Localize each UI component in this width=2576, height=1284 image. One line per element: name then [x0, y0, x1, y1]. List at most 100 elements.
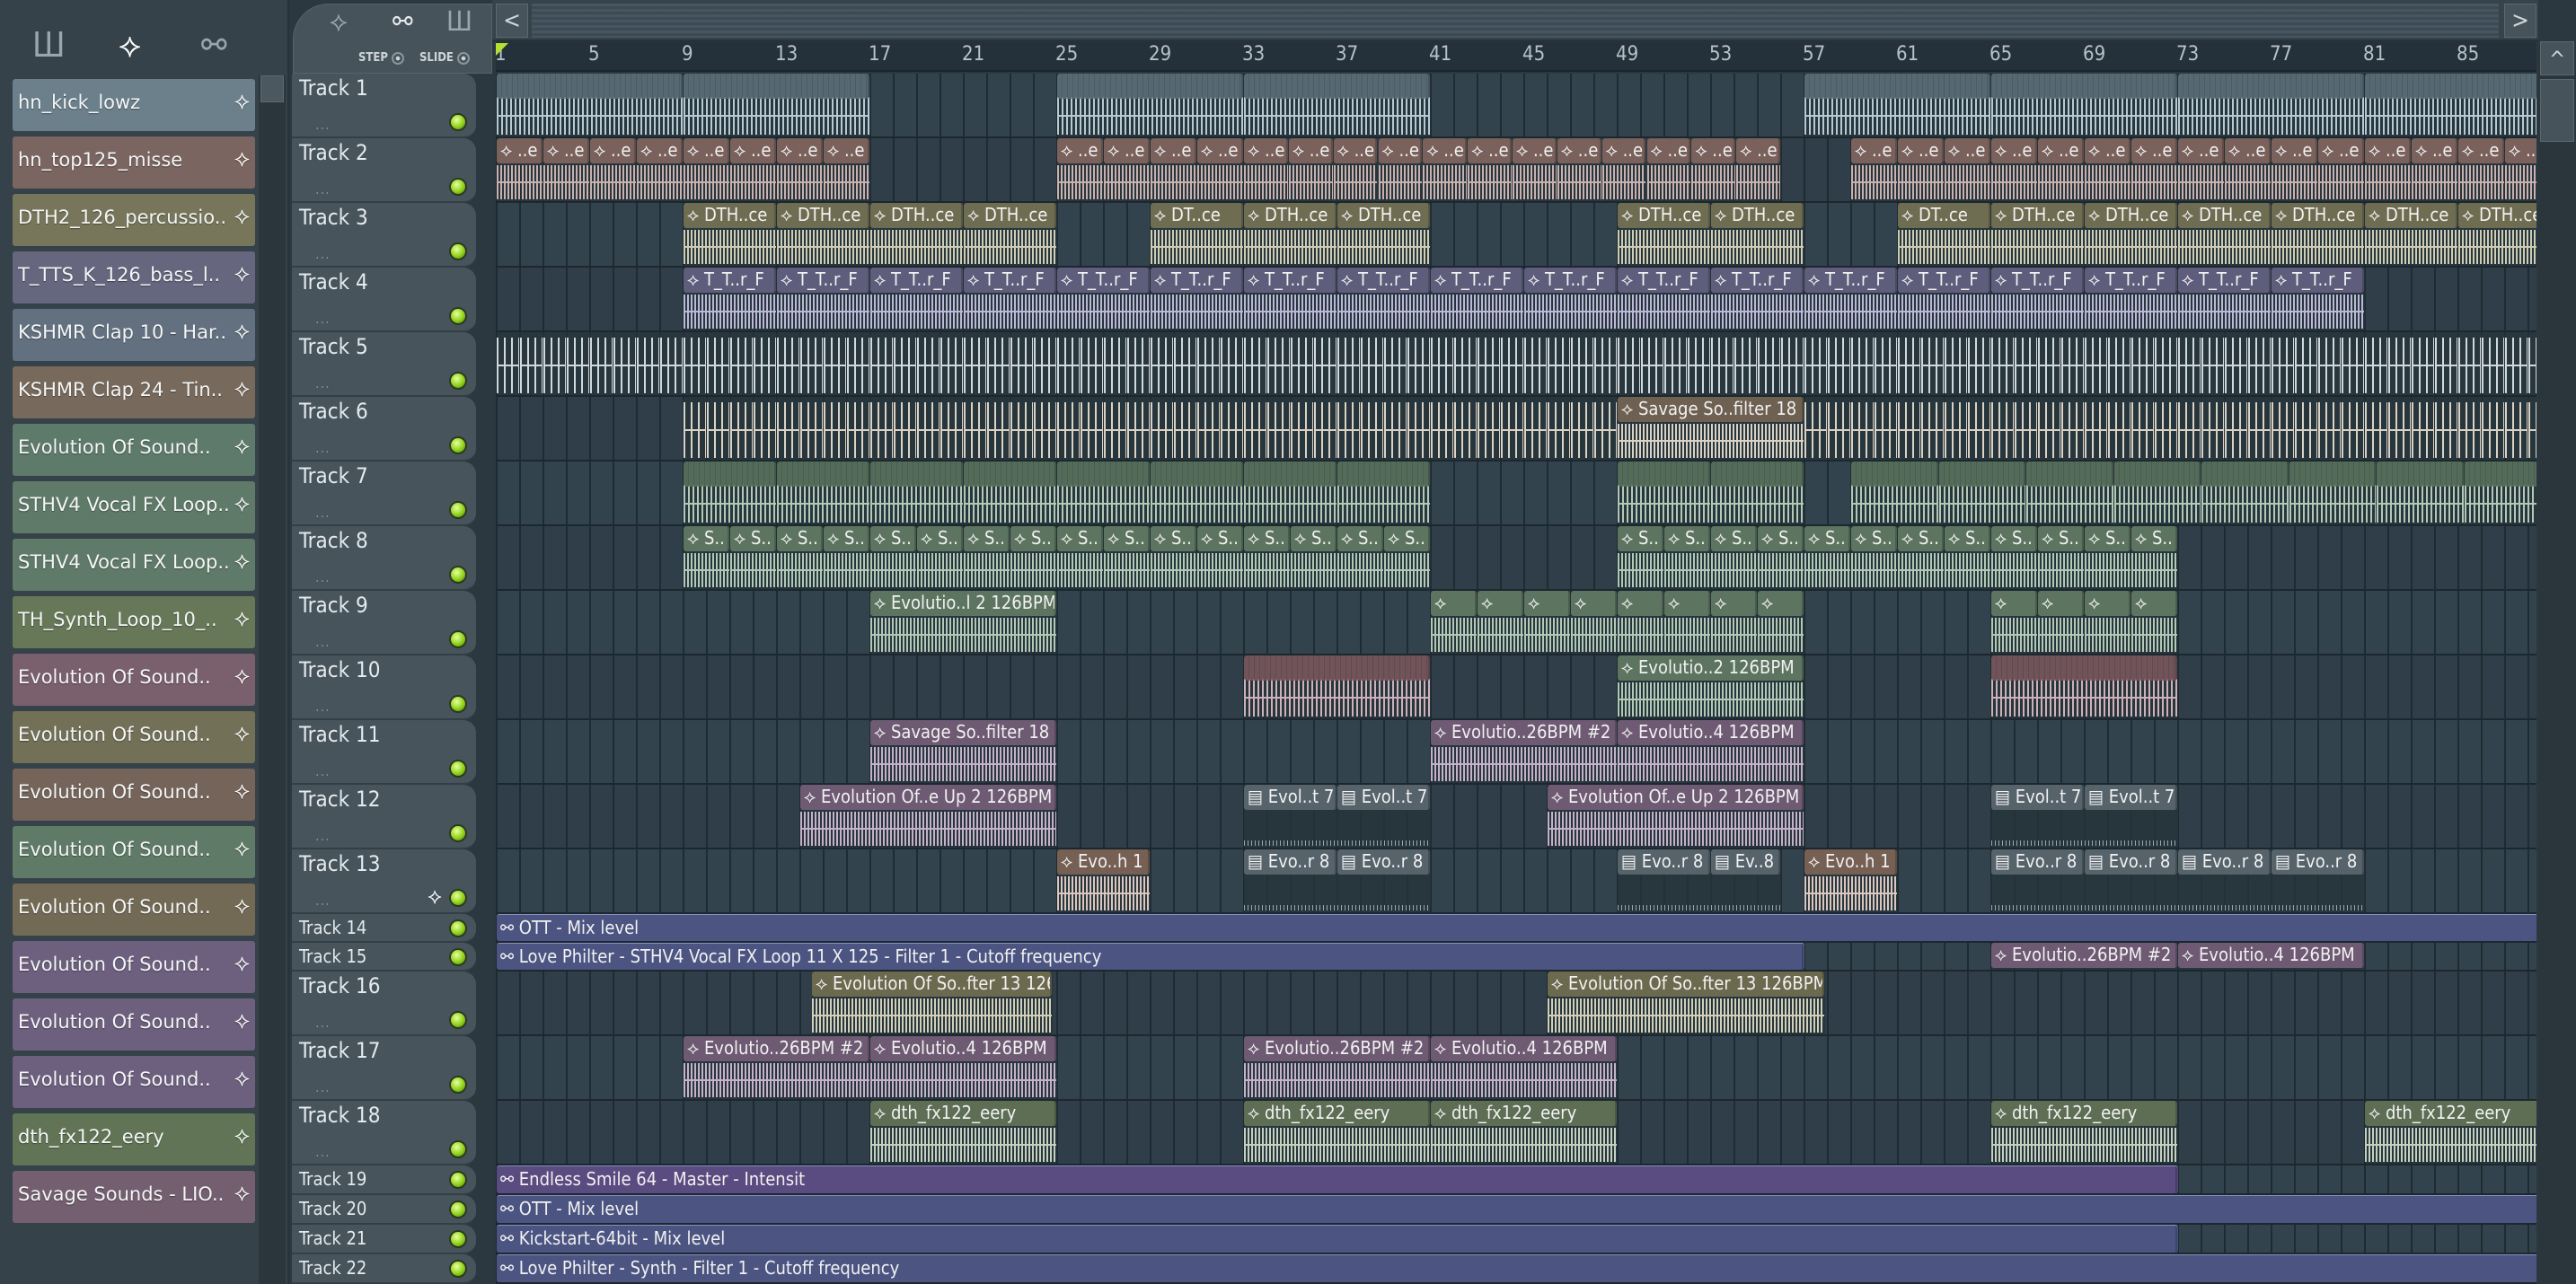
track-mute-led[interactable] — [449, 630, 467, 648]
audio-clip[interactable]: ⟡ DTH..ce — [2178, 203, 2272, 266]
audio-clip[interactable] — [1081, 332, 1104, 395]
audio-clip[interactable] — [2318, 332, 2342, 395]
audio-clip[interactable] — [2482, 332, 2505, 395]
audio-clip[interactable]: ⟡ S.. — [1945, 526, 1991, 589]
audio-clip[interactable]: ⟡ T_T..r_F — [2272, 268, 2365, 330]
audio-clip[interactable] — [2318, 397, 2342, 460]
audio-clip[interactable] — [1711, 462, 1804, 524]
audio-clip[interactable] — [1174, 397, 1197, 460]
audio-clip[interactable] — [2015, 397, 2038, 460]
audio-clip[interactable]: ⟡ — [1664, 591, 1711, 654]
audio-clip[interactable] — [1010, 332, 1034, 395]
track-header[interactable]: Track 21 — [292, 1225, 476, 1254]
audio-clip[interactable]: ⟡ — [1478, 591, 1524, 654]
audio-clip[interactable] — [1524, 332, 1548, 395]
audio-clip[interactable] — [2505, 332, 2528, 395]
audio-clip[interactable]: ⟡ S.. — [1851, 526, 1898, 589]
audio-clip[interactable] — [754, 332, 777, 395]
track-options-icon[interactable]: ... — [315, 439, 331, 456]
audio-clip[interactable] — [2272, 332, 2295, 395]
audio-clip[interactable]: ⟡ Evolutio..2 126BPM — [1618, 655, 1804, 718]
track-lane[interactable]: ⟡ Evolutio..l 2 126BPM ⟡ ⟡ ⟡ ⟡ ⟡ ⟡ ⟡ ⟡ ⟡ … — [496, 591, 2536, 655]
audio-clip[interactable] — [637, 332, 660, 395]
audio-clip[interactable] — [1524, 397, 1548, 460]
audio-clip[interactable]: ⟡ DTH..ce — [2085, 203, 2178, 266]
track-header[interactable]: Track 1... — [292, 74, 476, 138]
browser-item[interactable]: KSHMR Clap 24 - Tin.. ⟡ — [13, 366, 255, 418]
track-options-icon[interactable]: ... — [315, 116, 331, 133]
track-mute-led[interactable] — [449, 178, 467, 196]
track-lane[interactable] — [496, 462, 2536, 526]
audio-clip[interactable] — [1267, 332, 1291, 395]
audio-clip[interactable] — [1991, 397, 2015, 460]
track-options-icon[interactable]: ... — [315, 180, 331, 198]
track-mute-led[interactable] — [449, 1076, 467, 1094]
audio-clip[interactable] — [2289, 462, 2377, 524]
track-lane[interactable]: ⚯ OTT - Mix level — [496, 914, 2536, 943]
track-lane[interactable]: ⟡ Evolution Of..e Up 2 126BPM ▤ Evol..t 7… — [496, 785, 2536, 849]
browser-item[interactable]: hn_top125_misse ⟡ — [13, 136, 255, 189]
track-header[interactable]: Track 4... — [292, 268, 476, 332]
browser-item[interactable]: Evolution Of Sound.. ⟡ — [13, 654, 255, 706]
audio-clip[interactable] — [1571, 332, 1594, 395]
audio-clip[interactable]: ⟡ ..e — [1378, 138, 1424, 201]
pattern-clip[interactable]: ▤ Evol..t 7 — [1244, 785, 1337, 848]
audio-clip[interactable]: ⟡ T_T..r_F — [964, 268, 1057, 330]
audio-clip[interactable] — [1875, 397, 1898, 460]
audio-clip[interactable] — [2272, 397, 2295, 460]
audio-clip[interactable] — [1711, 332, 1734, 395]
audio-clip[interactable]: ⟡ DT..ce — [1898, 203, 1991, 266]
audio-clip[interactable]: ⟡ S.. — [917, 526, 964, 589]
audio-clip[interactable]: ⟡ ..e — [2412, 138, 2458, 201]
audio-clip[interactable] — [2365, 397, 2388, 460]
browser-item[interactable]: Evolution Of Sound.. ⟡ — [13, 941, 255, 993]
audio-clip[interactable]: ⟡ DTH..ce — [1991, 203, 2085, 266]
audio-clip[interactable] — [1104, 397, 1127, 460]
audio-clip[interactable]: ⟡ Evolutio..l 2 126BPM — [870, 591, 1057, 654]
audio-clip[interactable]: ⟡ T_T..r_F — [870, 268, 964, 330]
audio-clip[interactable] — [894, 397, 917, 460]
audio-clip[interactable]: ⟡ ..e — [1423, 138, 1469, 201]
audio-clip[interactable]: ⟡ DTH..ce — [777, 203, 870, 266]
audio-clip[interactable] — [1991, 332, 2015, 395]
audio-clip[interactable] — [1197, 397, 1221, 460]
track-mute-led[interactable] — [449, 1230, 467, 1248]
audio-clip[interactable] — [987, 332, 1010, 395]
audio-clip[interactable]: ⟡ DTH..ce — [1711, 203, 1804, 266]
audio-clip[interactable] — [1337, 462, 1431, 524]
pattern-clip[interactable]: ▤ Evo..r 8 — [1337, 849, 1431, 912]
audio-clip[interactable] — [894, 332, 917, 395]
audio-clip[interactable] — [1548, 397, 1571, 460]
track-options-icon[interactable]: ... — [315, 827, 331, 844]
scroll-right-button[interactable]: > — [2504, 4, 2536, 38]
browser-item[interactable]: DTH2_126_percussio.. ⟡ — [13, 194, 255, 246]
track-mute-led[interactable] — [449, 948, 467, 966]
track-lane[interactable]: ⟡ ..e ⟡ ..e ⟡ ..e ⟡ ..e ⟡ ..e ⟡ ..e ⟡ ..e ⟡ ..e… — [496, 138, 2536, 203]
audio-clip[interactable] — [917, 332, 940, 395]
audio-clip[interactable]: ⟡ S.. — [870, 526, 917, 589]
audio-clip[interactable] — [1291, 332, 1314, 395]
audio-clip[interactable] — [1945, 332, 1968, 395]
audio-clip[interactable] — [2458, 332, 2482, 395]
audio-clip[interactable] — [684, 462, 777, 524]
track-header[interactable]: Track 9... — [292, 591, 476, 655]
audio-clip[interactable] — [870, 462, 964, 524]
audio-clip[interactable] — [1407, 397, 1431, 460]
audio-clip[interactable] — [2464, 462, 2536, 524]
audio-clip[interactable] — [754, 397, 777, 460]
audio-clip[interactable] — [987, 397, 1010, 460]
audio-clip[interactable]: ⟡ ..e — [1945, 138, 1991, 201]
audio-clip[interactable]: ⟡ DTH..ce — [964, 203, 1057, 266]
piano-roll-icon[interactable]: Ш — [32, 25, 66, 65]
audio-clip[interactable] — [2038, 397, 2061, 460]
automation-clip[interactable]: ⚯ Love Philter - STHV4 Vocal FX Loop 11 … — [497, 943, 1804, 970]
audio-clip[interactable] — [2225, 332, 2248, 395]
audio-clip[interactable]: ⟡ ..e — [1736, 138, 1781, 201]
audio-clip[interactable] — [2528, 397, 2536, 460]
playlist-grid[interactable]: ⟡ ..e ⟡ ..e ⟡ ..e ⟡ ..e ⟡ ..e ⟡ ..e ⟡ ..e ⟡ ..e… — [496, 74, 2536, 1284]
audio-clip[interactable] — [1594, 397, 1618, 460]
audio-clip[interactable] — [2505, 397, 2528, 460]
browser-item[interactable]: TH_Synth_Loop_10_.. ⟡ — [13, 596, 255, 648]
audio-clip[interactable] — [2155, 332, 2178, 395]
track-mute-led[interactable] — [449, 113, 467, 131]
